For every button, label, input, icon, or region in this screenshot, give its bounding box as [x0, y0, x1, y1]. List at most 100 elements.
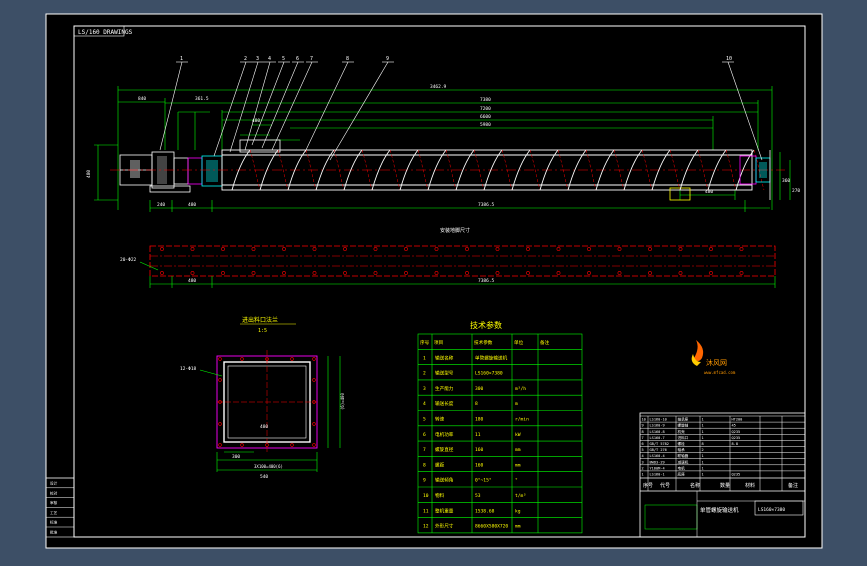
parts-cell: 8: [642, 430, 644, 434]
parts-cell: Q235: [732, 473, 741, 477]
parts-cell: LS160-10: [650, 418, 667, 422]
tech-table-cell: 7: [423, 447, 426, 453]
parts-cell: 1: [702, 460, 704, 464]
flange-scale: 1:5: [258, 328, 267, 334]
tech-table-cell: 单管螺旋输送机: [475, 354, 508, 361]
parts-cell: 5: [642, 448, 644, 452]
tech-table-cell: 180: [475, 417, 484, 423]
parts-cell: LS160-4: [650, 454, 665, 458]
tech-table-cell: 160: [475, 447, 484, 453]
part-number-label: 10: [726, 56, 732, 62]
left-block-cell: 审核: [50, 500, 58, 505]
part-number-label: 8: [346, 56, 349, 62]
dim-length-7200: 7200: [480, 106, 491, 112]
tech-table-header: 备注: [540, 339, 550, 346]
parts-cell: 机壳: [678, 429, 686, 434]
dim-length-5980: 5980: [480, 122, 491, 128]
tech-table-cell: 12: [423, 524, 429, 530]
tech-table-cell: kW: [515, 432, 521, 438]
tech-table-cell: 整机重量: [435, 507, 454, 514]
parts-cell: BWD3-29: [650, 460, 665, 464]
title-main: 单管螺旋输送机: [700, 506, 739, 514]
parts-cell: 螺栓: [678, 441, 686, 446]
dim-side-480: 480: [86, 170, 92, 178]
tech-table-cell: 8660X580X720: [475, 524, 508, 530]
tech-table-cell: 螺距: [435, 461, 445, 468]
part-number-label: 6: [296, 56, 299, 62]
anchor-hole-note: 20-Φ22: [120, 257, 137, 263]
tech-table-cell: 0°~15°: [475, 478, 492, 484]
tech-table-cell: 1538.68: [475, 508, 495, 514]
parts-cell: 1: [702, 424, 704, 428]
dim-length-6600: 6600: [480, 114, 491, 120]
parts-cell: 1: [702, 430, 704, 434]
cad-drawing: LS/160 DRAWINGS 1 2 3 4 5 6 7 8 9 10 346…: [45, 13, 823, 549]
parts-cell: 9: [642, 424, 644, 428]
parts-cell: 1: [702, 466, 704, 470]
section-title: 安装地脚尺寸: [440, 227, 470, 234]
dim-left-480: 480: [252, 118, 260, 124]
tech-table-cell: mm: [515, 525, 521, 530]
dim-bottom-7386: 7386.5: [478, 202, 495, 208]
parts-cell: 电机: [678, 465, 686, 470]
tech-table-cell: 生产能力: [435, 385, 454, 392]
part-number-label: 7: [310, 56, 313, 62]
parts-cell: 8.8: [732, 442, 739, 446]
dim-side-360: 360: [782, 178, 790, 184]
left-block-cell: 校对: [50, 490, 58, 495]
tech-table-cell: 300: [475, 386, 484, 392]
tech-table-cell: 输送长度: [435, 400, 454, 407]
flange-holes-note: 12-Φ18: [180, 366, 197, 372]
tech-table-title: 技术参数: [470, 320, 502, 330]
title-header-cell: 名称: [690, 482, 700, 489]
flange-dim-side: (6)=400: [340, 393, 345, 410]
dim-bottom-480b: 480: [705, 189, 713, 195]
parts-cell: 底座: [678, 472, 686, 477]
parts-cell: 8: [702, 442, 704, 446]
parts-cell: 2: [702, 448, 704, 452]
tech-table-cell: 物料: [435, 492, 445, 499]
tech-table-cell: m: [515, 402, 518, 407]
plan-dim-length: 7386.5: [478, 278, 495, 284]
tech-table-header: 单位: [514, 339, 524, 346]
drawing-sheet: [46, 14, 822, 548]
tech-table-cell: 1: [423, 355, 426, 361]
tech-table-cell: 8: [475, 401, 478, 407]
parts-cell: 1: [702, 473, 704, 477]
title-header-cell: 数量: [720, 482, 730, 489]
parts-cell: Q235: [732, 436, 741, 440]
parts-cell: LS160-9: [650, 424, 665, 428]
left-block-cell: 工艺: [50, 510, 58, 515]
part-number-label: 1: [180, 56, 183, 62]
left-block-cell: 设计: [50, 481, 58, 486]
tech-table-cell: 4: [423, 401, 426, 407]
dim-bottom-240: 240: [157, 202, 165, 208]
parts-cell: 6: [642, 442, 644, 446]
parts-cell: 10: [642, 418, 646, 422]
title-header-cell: 备注: [788, 482, 798, 489]
dim-side-270: 270: [792, 188, 800, 194]
left-block-cell: 批准: [50, 530, 58, 535]
tech-table-cell: 输送倾角: [435, 477, 454, 484]
parts-cell: 45: [732, 424, 736, 428]
parts-cell: HT200: [732, 418, 743, 422]
plan-dim-end: 480: [188, 278, 196, 284]
tech-table-cell: 160: [475, 462, 484, 468]
parts-cell: 3: [642, 460, 644, 464]
tech-table-cell: 转速: [435, 416, 445, 423]
logo-url: www.mfcad.com: [704, 370, 736, 375]
flange-dim-540: 540: [260, 474, 268, 480]
parts-cell: 减速机: [678, 459, 689, 464]
title-header-cell: 序号: [643, 482, 653, 489]
dim-length-7380: 7380: [480, 97, 491, 103]
tech-table-cell: 输送型号: [435, 370, 454, 377]
parts-cell: 进料口: [678, 435, 689, 440]
parts-cell: 1: [642, 473, 644, 477]
tech-table-cell: m³/h: [515, 386, 526, 392]
tech-table-cell: t/m³: [515, 493, 526, 499]
tech-table-header: 项目: [434, 340, 443, 346]
parts-cell: 轴承座: [678, 417, 689, 422]
tech-table-cell: mm: [515, 463, 521, 468]
tech-table-cell: 11: [423, 508, 429, 514]
tech-table-cell: 螺旋直径: [435, 446, 454, 453]
